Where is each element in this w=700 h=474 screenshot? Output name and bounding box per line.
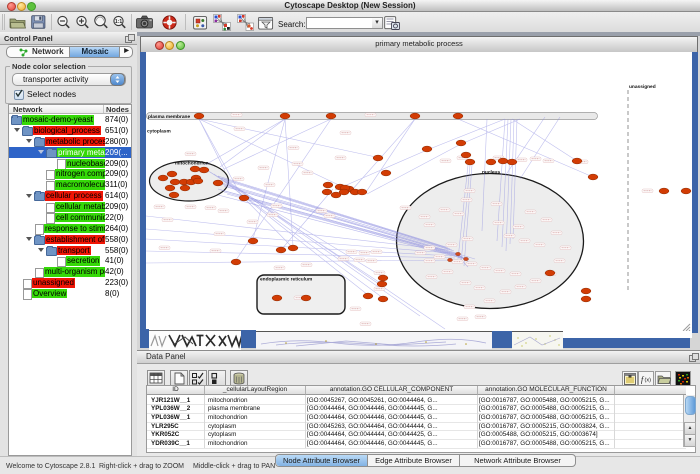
svg-text:(x): (x) [645, 378, 652, 384]
svg-text:nucleus: nucleus [482, 170, 500, 176]
svg-text:plasma membrane: plasma membrane [148, 114, 190, 120]
svg-text:1:1: 1:1 [115, 19, 122, 25]
svg-text:endoplasmic reticulum: endoplasmic reticulum [260, 277, 312, 283]
svg-text:cytoplasm: cytoplasm [147, 129, 171, 135]
svg-text:mitochondrion: mitochondrion [175, 161, 209, 167]
svg-text:unassigned: unassigned [629, 84, 656, 90]
